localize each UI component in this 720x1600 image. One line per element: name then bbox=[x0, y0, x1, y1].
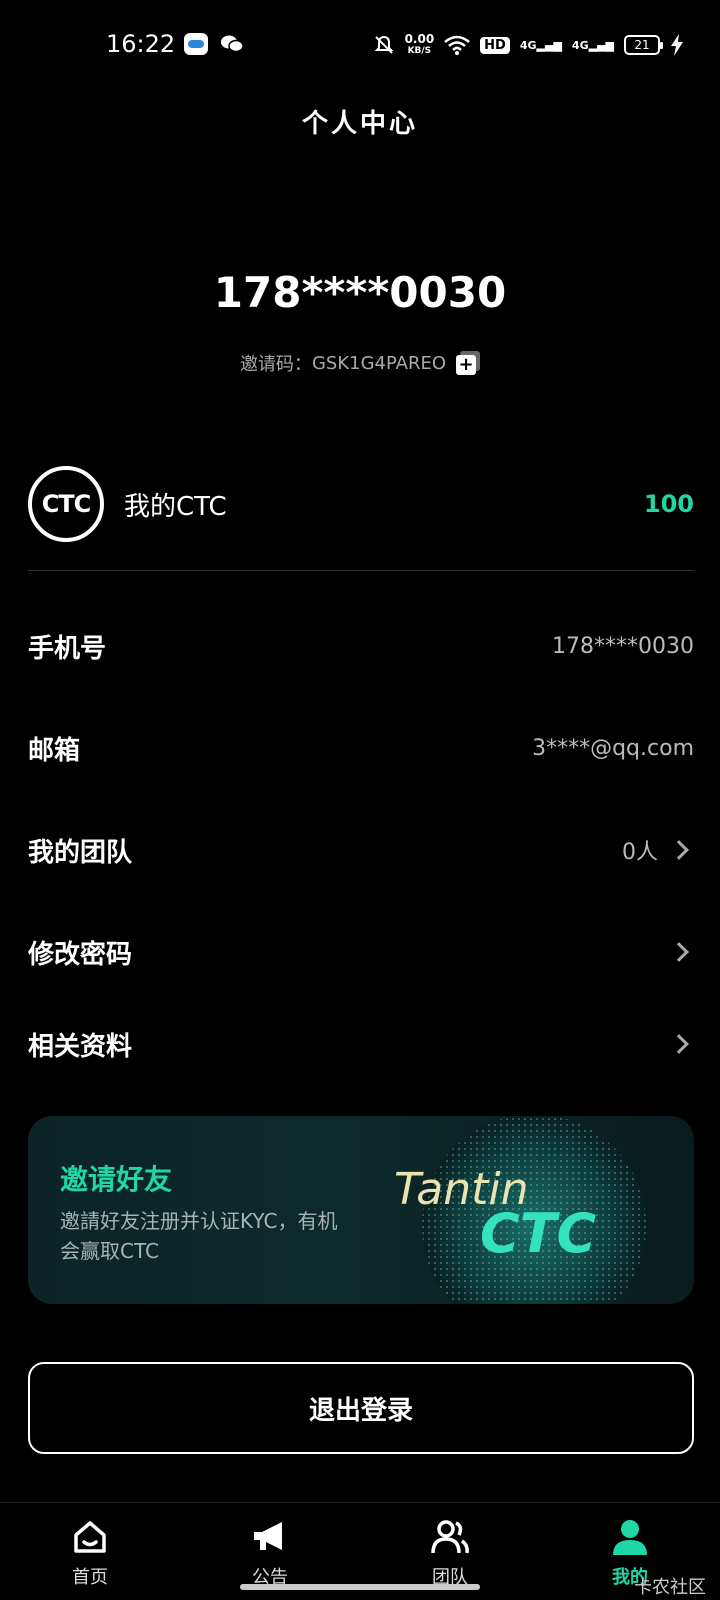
tab-home[interactable]: 首页 bbox=[0, 1503, 180, 1600]
chevron-right-icon bbox=[669, 840, 689, 860]
watermark-text: 卡农社区 bbox=[634, 1577, 706, 1598]
hd-icon: HD bbox=[480, 36, 510, 54]
logout-button[interactable]: 退出登录 bbox=[28, 1362, 694, 1454]
signal-2-label: 4G bbox=[571, 38, 589, 52]
my-ctc-row[interactable]: CTC 我的CTC 100 bbox=[28, 466, 694, 542]
chevron-right-icon bbox=[669, 942, 689, 962]
net-speed: 0.00 KB/S bbox=[405, 33, 435, 57]
change-password-row[interactable]: 修改密码 bbox=[28, 922, 694, 982]
net-speed-unit: KB/S bbox=[407, 46, 432, 56]
invite-code-row: 邀请码： GSK1G4PAREO + bbox=[0, 350, 720, 376]
battery-icon: 21 bbox=[624, 35, 663, 55]
team-icon bbox=[431, 1520, 469, 1554]
email-row: 邮箱 3****@qq.com bbox=[28, 718, 694, 778]
related-docs-label: 相关资料 bbox=[28, 1031, 133, 1062]
invite-code-value: GSK1G4PAREO bbox=[311, 352, 447, 374]
megaphone-icon bbox=[254, 1522, 282, 1550]
my-team-label: 我的团队 bbox=[28, 837, 133, 868]
invite-friends-banner[interactable]: 邀请好友 邀請好友注册并认证KYC，有机会赢取CTC Tantin CTC bbox=[28, 1116, 694, 1304]
charging-icon bbox=[671, 34, 683, 56]
status-bar: 16:22 0.00 KB/S HD 4G▂▄▆ 4G▂▄▆ 21 bbox=[0, 0, 720, 90]
change-password-label: 修改密码 bbox=[28, 939, 133, 970]
phone-label: 手机号 bbox=[28, 633, 107, 664]
person-icon bbox=[613, 1520, 647, 1555]
profile-phone: 178****0030 bbox=[213, 268, 507, 317]
divider bbox=[28, 570, 694, 571]
home-icon bbox=[74, 1521, 106, 1553]
my-ctc-label: 我的CTC bbox=[124, 491, 227, 522]
invite-code-label: 邀请码： bbox=[239, 354, 312, 375]
copy-icon[interactable]: + bbox=[456, 351, 481, 375]
mute-bell-icon bbox=[374, 35, 393, 54]
tantin-ctc-globe-art: Tantin CTC bbox=[394, 1116, 646, 1304]
signal-1: 4G▂▄▆ bbox=[519, 38, 562, 52]
wifi-icon bbox=[444, 35, 470, 55]
my-team-value: 0人 bbox=[622, 840, 658, 865]
banner-title: 邀请好友 bbox=[60, 1163, 173, 1196]
net-speed-value: 0.00 bbox=[404, 32, 435, 46]
related-docs-row[interactable]: 相关资料 bbox=[28, 1014, 694, 1074]
page-title: 个人中心 bbox=[301, 109, 418, 139]
banner-art-word2: CTC bbox=[480, 1202, 596, 1265]
tab-home-label: 首页 bbox=[72, 1567, 108, 1588]
phone-value: 178****0030 bbox=[552, 633, 694, 659]
banner-description: 邀請好友注册并认证KYC，有机会赢取CTC bbox=[60, 1209, 338, 1263]
signal-2: 4G▂▄▆ bbox=[571, 38, 614, 52]
chevron-right-icon bbox=[669, 1034, 689, 1054]
my-team-row[interactable]: 我的团队 0人 bbox=[28, 820, 694, 880]
my-ctc-value: 100 bbox=[643, 490, 694, 518]
signal-1-label: 4G bbox=[519, 38, 537, 52]
status-time: 16:22 bbox=[106, 30, 176, 58]
status-icons: 0.00 KB/S HD 4G▂▄▆ 4G▂▄▆ 21 bbox=[373, 28, 684, 62]
wechat-icon bbox=[221, 35, 244, 53]
phone-row: 手机号 178****0030 bbox=[28, 616, 694, 676]
email-label: 邮箱 bbox=[28, 735, 81, 766]
bird-app-icon bbox=[184, 33, 208, 55]
home-indicator bbox=[240, 1584, 480, 1590]
email-value: 3****@qq.com bbox=[532, 735, 694, 761]
ctc-logo: CTC bbox=[28, 466, 104, 542]
